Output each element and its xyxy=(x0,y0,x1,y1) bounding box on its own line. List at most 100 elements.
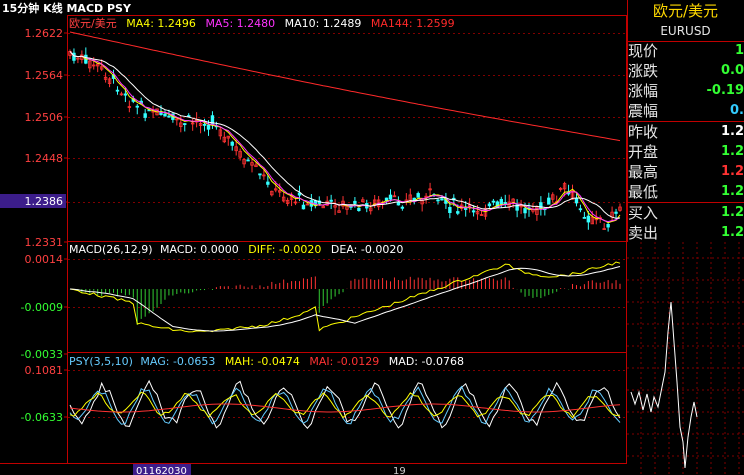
quote-value-0: 1 xyxy=(734,43,744,58)
candle-body xyxy=(487,203,492,207)
candle-body xyxy=(547,197,551,205)
quote-label-6: 最高 xyxy=(628,163,659,181)
psy-legend-params: PSY(3,5,10) xyxy=(69,355,133,368)
quote-value-2: -0.19 xyxy=(706,83,744,98)
macd-legend-macd: MACD: 0.0000 xyxy=(160,243,239,256)
candle-body xyxy=(586,215,591,223)
quote-label-4: 昨收 xyxy=(628,123,659,141)
candle-body xyxy=(582,217,587,219)
chart-frames xyxy=(0,0,628,475)
candle-body xyxy=(499,198,503,205)
candle-body xyxy=(329,199,333,202)
candle-body xyxy=(448,206,452,214)
y-tick-label: -0.0009 xyxy=(21,301,63,314)
ma144-line xyxy=(69,31,621,142)
ma4-label: MA4: 1.2496 xyxy=(126,17,196,30)
ma5-label: MA5: 1.2480 xyxy=(205,17,275,30)
kline-legend-name: 欧元/美元 xyxy=(69,17,117,30)
psy-legend-mag: MAG: -0.0653 xyxy=(140,355,215,368)
quote-value-5: 1.2 xyxy=(720,144,744,159)
quote-value-6: 1.2 xyxy=(720,164,744,179)
quote-value-1: 0.0 xyxy=(720,63,744,78)
y-tick-label: 0.1081 xyxy=(25,364,64,377)
ma10-label: MA10: 1.2489 xyxy=(285,17,362,30)
quote-value-8: 1.2 xyxy=(720,205,744,220)
candle-body xyxy=(206,124,211,130)
quote-label-5: 开盘 xyxy=(628,143,659,161)
macd-dea-line xyxy=(69,266,621,332)
candle-body xyxy=(246,159,250,162)
candle-body xyxy=(266,181,270,185)
macd-legend: MACD(26,12,9) MACD: 0.0000 DIFF: -0.0020… xyxy=(69,243,403,256)
moving-average-lines xyxy=(69,31,621,224)
macd-histogram xyxy=(73,276,621,325)
candle-body xyxy=(163,113,167,117)
candle-body xyxy=(606,224,610,228)
candle-body xyxy=(183,123,187,125)
candle-body xyxy=(143,113,147,118)
y-tick-label: 0.0014 xyxy=(25,253,64,266)
psy-legend-mah: MAH: -0.0474 xyxy=(225,355,300,368)
quote-value-9: 1.2 xyxy=(720,225,744,240)
ma5-line xyxy=(69,51,621,223)
candle-body xyxy=(491,200,496,203)
candle-body xyxy=(167,115,171,118)
quote-value-3: 0. xyxy=(730,103,744,118)
candle-body xyxy=(202,123,207,126)
candle-body xyxy=(574,198,579,204)
current-price-tag: 1.2386 xyxy=(25,195,64,208)
chart-header-title: 15分钟 K线 MACD PSY xyxy=(2,1,132,15)
quote-code: EURUSD xyxy=(660,24,711,38)
psy-legend-mai: MAI: -0.0129 xyxy=(309,355,379,368)
quote-label-9: 卖出 xyxy=(628,224,659,242)
candle-body xyxy=(353,200,357,204)
quote-panel: 欧元/美元 EURUSD 现价 1 涨跌 0.0 涨幅 -0.19 震幅 0. 昨收 1.2 开盘 1… xyxy=(627,0,744,475)
candle-body xyxy=(456,211,460,214)
psy-legend-mad: MAD: -0.0768 xyxy=(389,355,464,368)
quote-label-8: 买入 xyxy=(628,204,659,222)
candle-body xyxy=(578,208,583,211)
quote-label-1: 涨跌 xyxy=(628,62,659,80)
ma144-label: MA144: 1.2599 xyxy=(371,17,455,30)
quote-label-2: 涨幅 xyxy=(628,82,659,100)
candle-body xyxy=(135,105,139,108)
tick-chart-bg xyxy=(627,242,744,475)
quote-value-4: 1.2 xyxy=(720,124,744,139)
candle-body xyxy=(400,206,405,209)
kline-y-axis: 1.2622 1.2564 1.2506 1.2448 1.2331 xyxy=(25,27,67,249)
candle-body xyxy=(440,198,444,201)
candle-body xyxy=(258,173,262,176)
kline-legend: 欧元/美元 MA4: 1.2496 MA5: 1.2480 MA10: 1.24… xyxy=(69,17,455,30)
y-tick-label: -0.0633 xyxy=(21,411,63,424)
candle-body xyxy=(123,93,128,96)
y-tick-label: 1.2331 xyxy=(25,236,64,249)
candle-body xyxy=(301,204,306,210)
y-tick-label: 1.2448 xyxy=(25,152,64,165)
candle-body xyxy=(396,202,401,206)
y-tick-label: 1.2564 xyxy=(25,69,64,82)
tick-chart[interactable] xyxy=(627,242,744,475)
candle-body xyxy=(436,199,440,202)
quote-label-0: 现价 xyxy=(628,42,659,60)
psy-lines xyxy=(69,379,621,429)
candle-body xyxy=(357,207,361,211)
candle-body xyxy=(416,193,420,198)
candle-body xyxy=(523,208,527,214)
ma10-line xyxy=(69,51,621,219)
macd-legend-diff: DIFF: -0.0020 xyxy=(248,243,321,256)
macd-y-axis: 0.0014 -0.0009 -0.0033 xyxy=(21,253,67,361)
quote-label-7: 最低 xyxy=(628,183,659,201)
macd-legend-dea: DEA: -0.0020 xyxy=(331,243,403,256)
candle-body xyxy=(463,208,468,210)
y-tick-label: 1.2506 xyxy=(25,111,64,124)
macd-lines xyxy=(69,261,621,333)
time-label-19: 19 xyxy=(393,466,406,475)
quote-name: 欧元/美元 xyxy=(652,2,719,20)
candle-body xyxy=(614,211,618,214)
candle-body xyxy=(115,89,120,92)
ma4-line xyxy=(69,51,621,224)
psy-legend: PSY(3,5,10) MAG: -0.0653 MAH: -0.0474 MA… xyxy=(69,355,464,368)
quote-value-7: 1.2 xyxy=(720,184,744,199)
y-tick-label: 1.2622 xyxy=(25,27,64,40)
quote-label-3: 震幅 xyxy=(628,102,659,120)
